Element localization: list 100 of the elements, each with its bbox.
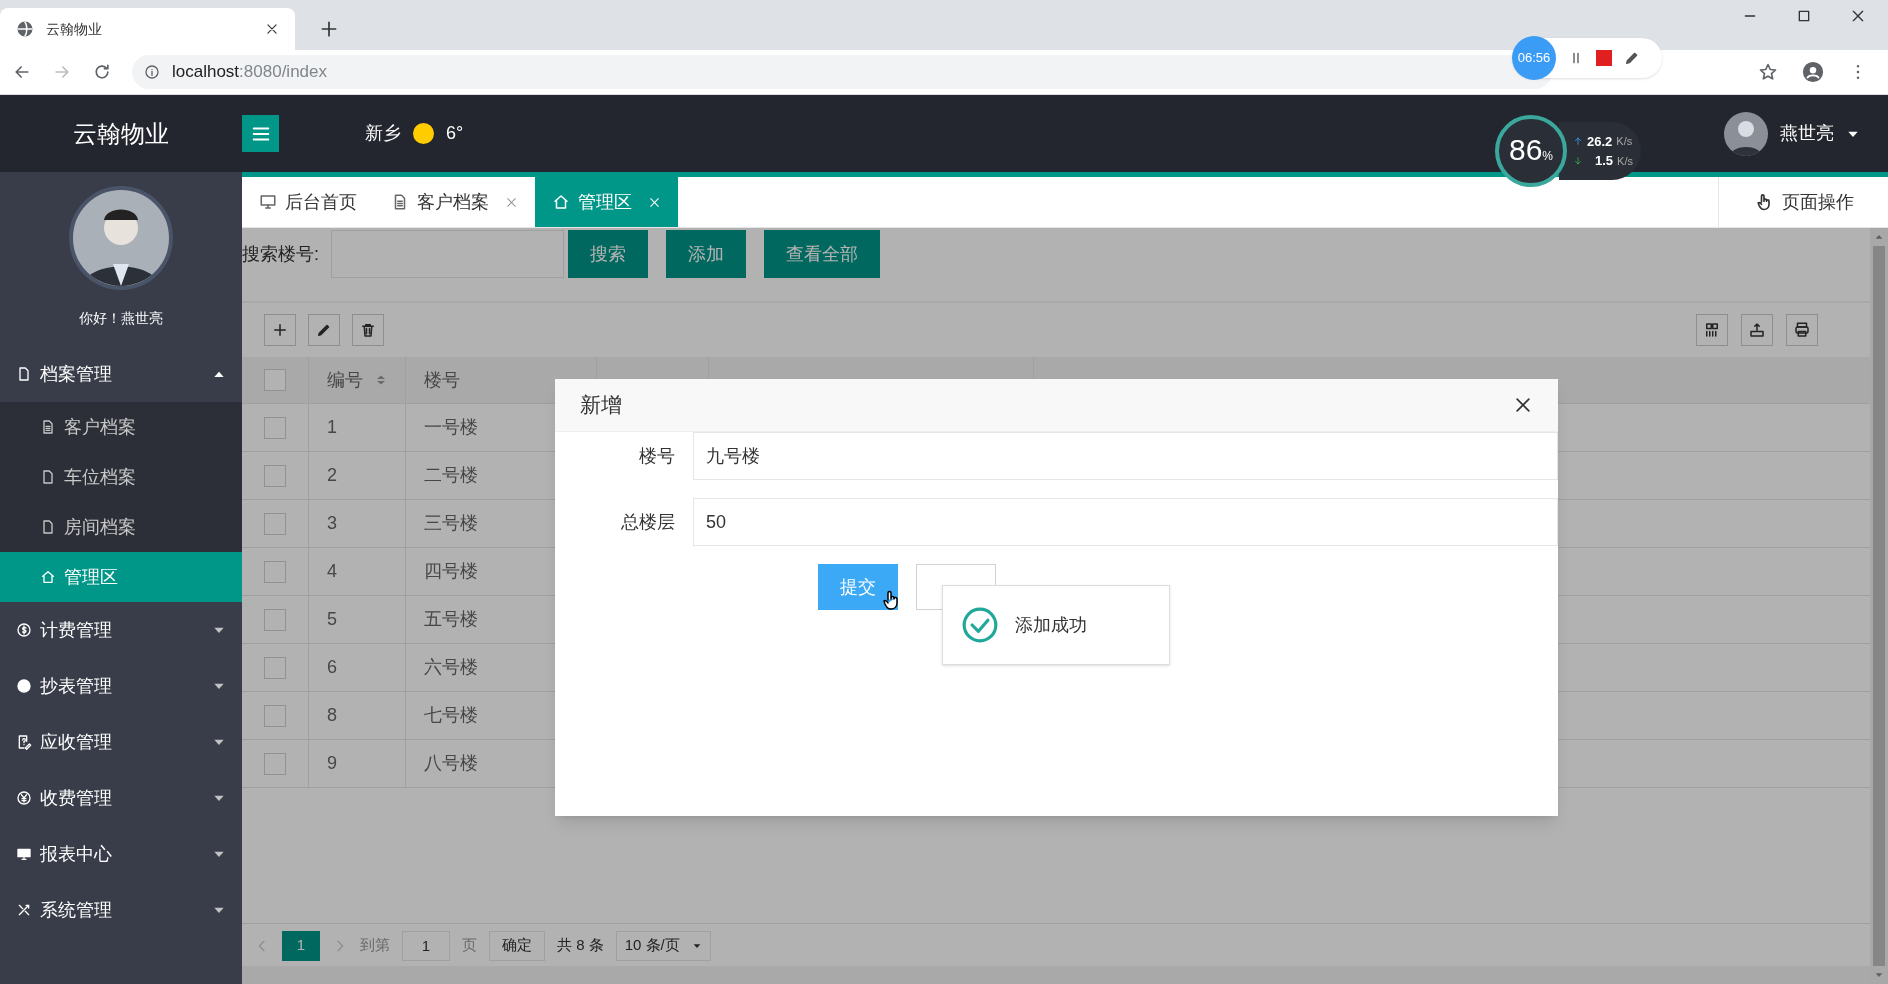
total-count: 共 8 条 [557, 935, 604, 956]
page-number-field[interactable]: 1 [402, 930, 450, 961]
checkbox[interactable] [264, 752, 286, 775]
field-label: 楼号 [639, 444, 675, 468]
checkbox[interactable] [264, 560, 286, 583]
table-cell-text: 六号楼 [424, 656, 478, 679]
columns-icon [1703, 321, 1721, 339]
document-icon [40, 419, 56, 435]
dollar-icon [16, 622, 32, 638]
tab-title: 云翰物业 [46, 19, 103, 39]
checkbox[interactable] [264, 464, 286, 487]
sidebar-menu-item[interactable]: 系统管理 [0, 882, 242, 938]
circle-icon [16, 678, 32, 694]
table-cell-text: 9 [327, 752, 337, 775]
page-tab[interactable]: 后台首页 [242, 177, 374, 227]
checkbox[interactable] [264, 608, 286, 631]
table-cell-text: 2 [327, 464, 337, 487]
document-icon [40, 519, 56, 535]
table-cell-text: 三号楼 [424, 512, 478, 535]
close-icon[interactable] [1850, 8, 1866, 24]
text-field[interactable]: 九号楼 [693, 432, 1558, 480]
presentation-board-icon [16, 846, 32, 862]
toast-message: 添加成功 [1015, 613, 1087, 637]
scroll-down-icon [1874, 970, 1884, 980]
column-header: 编号 [327, 368, 363, 392]
table-cell-text: 二号楼 [424, 464, 478, 487]
plus-icon[interactable] [319, 19, 339, 39]
checkbox[interactable] [264, 656, 286, 679]
sidebar-submenu-item[interactable]: 车位档案 [0, 452, 242, 502]
page-actions-menu[interactable]: 页面操作 [1718, 177, 1888, 227]
arrow-up-icon [1573, 136, 1583, 147]
page-label: 页 [462, 935, 477, 956]
arrow-down-icon [1573, 155, 1583, 166]
checkbox[interactable] [264, 704, 286, 727]
goto-label: 到第 [360, 935, 390, 956]
field-label: 总楼层 [621, 510, 675, 534]
scroll-up-icon [1874, 232, 1884, 242]
text-field[interactable]: 50 [693, 498, 1558, 546]
sidebar-menu-item[interactable]: 抄表管理 [0, 658, 242, 714]
home-icon [40, 569, 56, 585]
city-name: 新乡 [365, 122, 401, 145]
sidebar-menu-item[interactable]: 应收管理 [0, 714, 242, 770]
sidebar-menu-item[interactable]: 档案管理 [0, 346, 242, 402]
table-cell-text: 3 [327, 512, 337, 535]
table-tool-button[interactable] [264, 314, 296, 346]
menu-button[interactable] [242, 115, 279, 152]
confirm-button[interactable]: 确定 [489, 930, 545, 961]
document-pen-icon [16, 734, 32, 750]
account-icon[interactable] [1802, 61, 1824, 83]
download-speed: 1.5 [1595, 152, 1614, 170]
add-icon [271, 321, 289, 339]
table-tool-button[interactable] [308, 314, 340, 346]
table-cell-text: 5 [327, 608, 337, 631]
table-tool-button[interactable] [1741, 314, 1773, 346]
sidebar-menu-item[interactable]: 报表中心 [0, 826, 242, 882]
export-icon [1748, 321, 1766, 339]
table-cell-text: 四号楼 [424, 560, 478, 583]
close-icon[interactable] [1513, 395, 1533, 415]
table-tool-button[interactable] [1786, 314, 1818, 346]
sidebar-submenu-item[interactable]: 客户档案 [0, 402, 242, 452]
speed-unit: K/s [1616, 134, 1633, 149]
maximize-icon[interactable] [1796, 8, 1812, 24]
sidebar-submenu-item[interactable]: 管理区 [0, 552, 242, 602]
checkbox[interactable] [264, 512, 286, 535]
table-cell-text: 八号楼 [424, 752, 478, 775]
table-tool-button[interactable] [1696, 314, 1728, 346]
globe-icon [16, 20, 34, 38]
page-tab[interactable]: 客户档案 [374, 177, 535, 227]
document-icon [16, 366, 32, 382]
table-cell-text: 一号楼 [424, 416, 478, 439]
dialog-title: 新增 [580, 392, 622, 419]
page-tab[interactable]: 管理区 [535, 177, 678, 227]
close-icon[interactable] [265, 22, 279, 36]
home-icon [552, 193, 570, 211]
search-label: 搜索楼号: [242, 242, 319, 266]
trash-icon [359, 321, 377, 339]
page-size-select[interactable]: 10 条/页 [615, 930, 711, 961]
table-cell-text: 4 [327, 560, 337, 583]
sidebar-menu-item[interactable]: 计费管理 [0, 602, 242, 658]
monitor-icon [259, 193, 277, 211]
upload-speed: 26.2 [1587, 132, 1613, 151]
print-icon [1793, 321, 1811, 339]
user-name[interactable]: 燕世亮 [1780, 120, 1834, 147]
user-avatar [1724, 111, 1768, 156]
app-logo: 云翰物业 [73, 118, 169, 149]
star-icon[interactable] [1758, 62, 1778, 82]
sidebar-menu-item[interactable]: 收费管理 [0, 770, 242, 826]
greeting-text: 你好！燕世亮 [79, 309, 163, 328]
checkbox[interactable] [264, 416, 286, 439]
info-icon [144, 64, 160, 80]
browser-tab[interactable]: 云翰物业 [0, 8, 295, 50]
table-cell-text: 6 [327, 656, 337, 679]
percent-sign: % [1542, 149, 1553, 165]
reload-icon[interactable] [92, 62, 112, 82]
tools-icon [16, 902, 32, 918]
checkbox[interactable] [264, 369, 286, 391]
table-tool-button[interactable] [352, 314, 384, 346]
sidebar-submenu-item[interactable]: 房间档案 [0, 502, 242, 552]
scrollbar[interactable] [1870, 228, 1888, 984]
table-cell-text: 1 [327, 416, 337, 439]
